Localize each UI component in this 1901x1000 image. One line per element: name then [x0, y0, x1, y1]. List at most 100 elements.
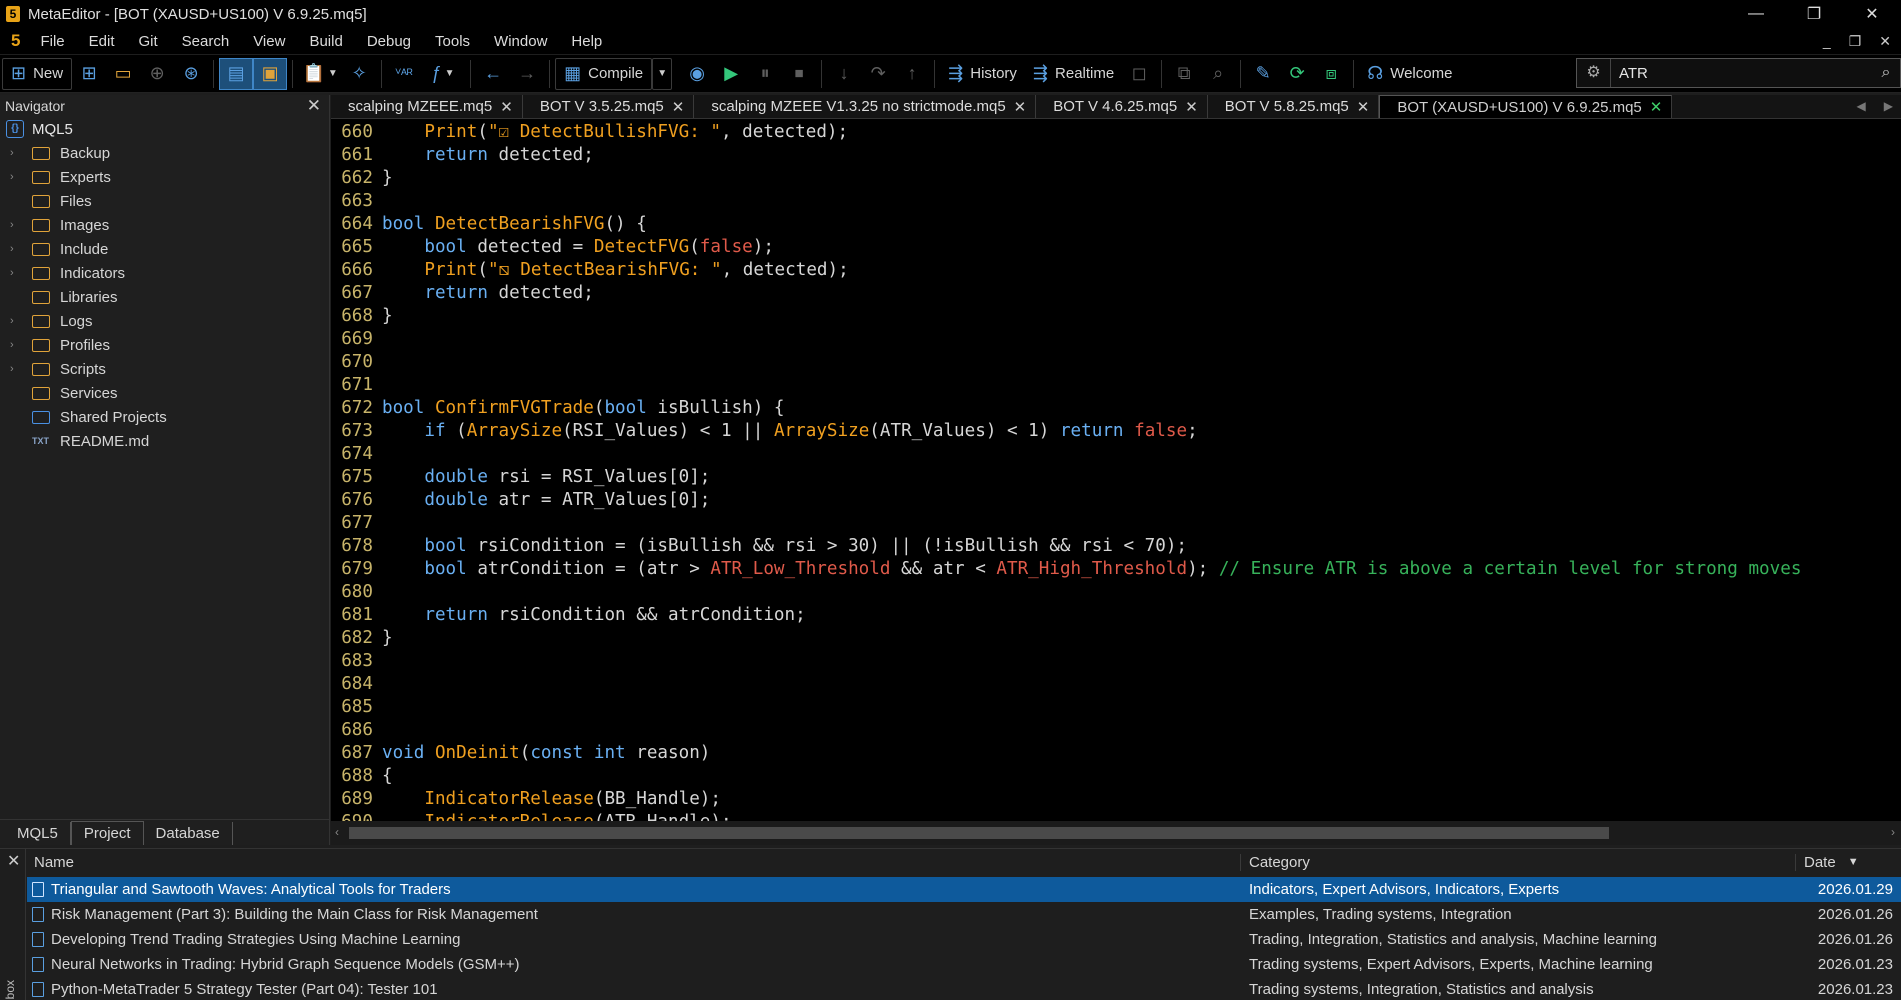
compile-button[interactable]: ▦ Compile: [555, 57, 653, 90]
code-line[interactable]: 683: [331, 650, 1901, 673]
code-line[interactable]: 664 bool DetectBearishFVG() {: [331, 213, 1901, 236]
step-into-button[interactable]: ↓: [827, 58, 861, 90]
history-button[interactable]: ⇶ History: [940, 58, 1025, 90]
close-tab-icon[interactable]: ✕: [672, 98, 685, 116]
column-name[interactable]: Name: [27, 853, 1241, 871]
tree-item[interactable]: › Images: [0, 213, 329, 237]
stop-profiling-button[interactable]: ◻: [1122, 58, 1156, 90]
code-line[interactable]: 668}: [331, 305, 1901, 328]
code-line[interactable]: 672 bool ConfirmFVGTrade(bool isBullish) …: [331, 397, 1901, 420]
code-line[interactable]: 679 bool atrCondition = (atr > ATR_Low_T…: [331, 558, 1901, 581]
file-tab[interactable]: scalping MZEEE V1.3.25 no strictmode.mq5…: [694, 95, 1037, 118]
download-button[interactable]: ⊕: [140, 58, 174, 90]
toolbox-toggle-button[interactable]: ▣: [253, 57, 288, 90]
table-row[interactable]: Developing Trend Trading Strategies Usin…: [27, 927, 1901, 952]
copy-button[interactable]: ⧉: [1167, 58, 1201, 90]
styler-button[interactable]: ✎: [1246, 58, 1280, 90]
code-line[interactable]: 675 double rsi = RSI_Values[0];: [331, 466, 1901, 489]
tree-item[interactable]: › Include: [0, 237, 329, 261]
chevron-right-icon[interactable]: ›: [10, 339, 24, 351]
close-tab-icon[interactable]: ✕: [1014, 98, 1027, 116]
new-button[interactable]: ⊞ New: [2, 57, 73, 90]
menu-window[interactable]: Window: [484, 33, 561, 50]
code-line[interactable]: 660 Print("☑ DetectBullishFVG: ", detect…: [331, 121, 1901, 144]
git-sync-button[interactable]: ⟳: [1280, 58, 1314, 90]
close-tab-icon[interactable]: ✕: [1650, 98, 1663, 116]
find-in-files-button[interactable]: ⌕: [1201, 58, 1235, 90]
scroll-left-icon[interactable]: ‹: [335, 825, 339, 839]
chevron-right-icon[interactable]: ›: [10, 315, 24, 327]
debug-history-button[interactable]: ▶: [714, 58, 748, 90]
code-line[interactable]: 678 bool rsiCondition = (isBullish && rs…: [331, 535, 1901, 558]
debug-real-data-button[interactable]: ◉: [680, 58, 714, 90]
code-line[interactable]: 669: [331, 328, 1901, 351]
realtime-button[interactable]: ⇶ Realtime: [1025, 58, 1122, 90]
chevron-right-icon[interactable]: ›: [10, 171, 24, 183]
scrollbar-thumb[interactable]: [349, 827, 1609, 839]
code-line[interactable]: 687 void OnDeinit(const int reason): [331, 742, 1901, 765]
tree-item[interactable]: Services: [0, 381, 329, 405]
doc-restore-button[interactable]: ❐: [1849, 33, 1862, 50]
insert-variable-button[interactable]: ⱽᴬᴿ: [387, 58, 421, 90]
tree-root-mql5[interactable]: {} MQL5: [0, 117, 329, 141]
tree-item[interactable]: › Scripts: [0, 357, 329, 381]
code-line[interactable]: 688 {: [331, 765, 1901, 788]
close-icon[interactable]: ✕: [7, 851, 20, 871]
code-line[interactable]: 673 if (ArraySize (RSI_Values) < 1 || Arr…: [331, 420, 1901, 443]
welcome-button[interactable]: ☊ Welcome: [1359, 58, 1460, 90]
table-row[interactable]: Triangular and Sawtooth Waves: Analytica…: [27, 877, 1901, 902]
table-row[interactable]: Risk Management (Part 3): Building the M…: [27, 902, 1901, 927]
paste-button[interactable]: 📋 ▼: [298, 58, 342, 90]
insert-function-button[interactable]: ƒ ▼: [421, 58, 465, 90]
file-tab[interactable]: BOT V 3.5.25.mq5 ✕: [523, 95, 695, 118]
maximize-button[interactable]: ❐: [1785, 0, 1843, 28]
tree-item[interactable]: Shared Projects: [0, 405, 329, 429]
wizard-button[interactable]: ✧: [342, 58, 376, 90]
code-line[interactable]: 689 IndicatorRelease (BB_Handle);: [331, 788, 1901, 811]
chevron-right-icon[interactable]: ›: [10, 267, 24, 279]
tree-item[interactable]: › Profiles: [0, 333, 329, 357]
chevron-right-icon[interactable]: ›: [10, 363, 24, 375]
code-line[interactable]: 662}: [331, 167, 1901, 190]
code-line[interactable]: 681 return rsiCondition && atrCondition;: [331, 604, 1901, 627]
table-row[interactable]: Neural Networks in Trading: Hybrid Graph…: [27, 952, 1901, 977]
file-tab[interactable]: BOT V 4.6.25.mq5 ✕: [1036, 95, 1208, 118]
close-button[interactable]: ✕: [1843, 0, 1901, 28]
tree-item[interactable]: › Logs: [0, 309, 329, 333]
chevron-right-icon[interactable]: ▶: [1884, 99, 1893, 113]
horizontal-scrollbar[interactable]: ‹ ›: [331, 821, 1901, 845]
code-line[interactable]: 665 bool detected = DetectFVG(false);: [331, 236, 1901, 259]
tab-project[interactable]: Project: [70, 821, 144, 845]
code-line[interactable]: 671: [331, 374, 1901, 397]
file-tab[interactable]: BOT (XAUSD+US100) V 6.9.25.mq5 ✕: [1379, 95, 1673, 118]
code-line[interactable]: 670: [331, 351, 1901, 374]
compile-dropdown[interactable]: ▼: [652, 57, 673, 90]
scroll-right-icon[interactable]: ›: [1891, 825, 1895, 839]
code-line[interactable]: 663: [331, 190, 1901, 213]
file-tab[interactable]: BOT V 5.8.25.mq5 ✕: [1208, 95, 1380, 118]
close-tab-icon[interactable]: ✕: [500, 98, 513, 116]
code-line[interactable]: 674: [331, 443, 1901, 466]
tree-item[interactable]: › Experts: [0, 165, 329, 189]
pause-button[interactable]: ⏸: [748, 58, 782, 90]
column-category[interactable]: Category: [1241, 853, 1796, 871]
code-line[interactable]: 685: [331, 696, 1901, 719]
code-line[interactable]: 684: [331, 673, 1901, 696]
save-button[interactable]: ⊛: [174, 58, 208, 90]
menu-view[interactable]: View: [243, 33, 299, 50]
tab-database[interactable]: Database: [144, 822, 233, 845]
menu-edit[interactable]: Edit: [79, 33, 129, 50]
open-folder-button[interactable]: ▭: [106, 58, 140, 90]
menu-file[interactable]: File: [30, 33, 78, 50]
stop-button[interactable]: ⏹: [782, 58, 816, 90]
close-tab-icon[interactable]: ✕: [1185, 98, 1198, 116]
step-out-button[interactable]: ↑: [895, 58, 929, 90]
chevron-right-icon[interactable]: ›: [10, 243, 24, 255]
menu-build[interactable]: Build: [299, 33, 356, 50]
step-over-button[interactable]: ↷: [861, 58, 895, 90]
code-line[interactable]: 686: [331, 719, 1901, 742]
menu-git[interactable]: Git: [129, 33, 172, 50]
chevron-right-icon[interactable]: ›: [10, 219, 24, 231]
code-line[interactable]: 690 IndicatorRelease(ATR_Handle);: [331, 811, 1901, 821]
code-line[interactable]: 677: [331, 512, 1901, 535]
